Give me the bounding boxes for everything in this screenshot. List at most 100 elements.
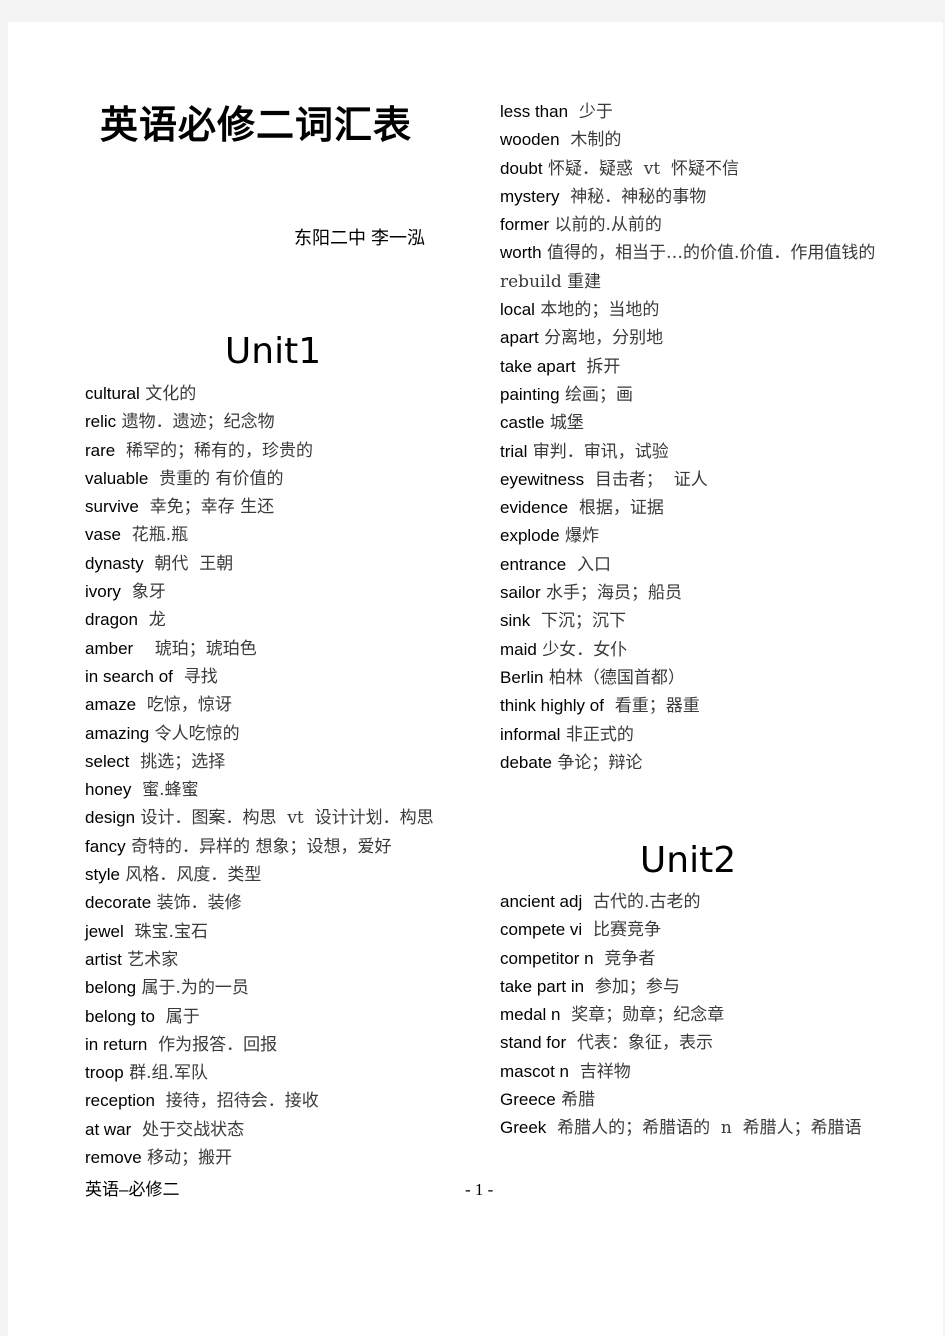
vocab-entry: mystery 神秘．神秘的事物	[500, 183, 880, 211]
vocab-word: wooden	[500, 130, 560, 150]
vocab-word: jewel	[85, 921, 124, 941]
vocab-word: ancient adj	[500, 892, 583, 911]
vocab-meaning: 神秘．神秘的事物	[559, 186, 707, 207]
vocab-word: cultural	[85, 384, 140, 403]
vocab-word: remove	[85, 1148, 142, 1168]
vocab-meaning: 以前的.从前的	[549, 215, 662, 236]
vocab-meaning: 朝代 王朝	[143, 553, 234, 574]
vocab-word: select	[85, 751, 130, 771]
vocab-entry: sink 下沉；沉下	[500, 607, 880, 635]
vocab-meaning: 奇特的．异样的 想象；设想，爱好	[125, 836, 392, 857]
vocab-entry: worth 值得的，相当于…的价值.价值．作用值钱的 rebuild 重建	[500, 239, 880, 296]
vocab-meaning: 木制的	[559, 130, 622, 151]
vocab-word: fancy	[85, 836, 126, 856]
vocab-entry: honey 蜜.蜂蜜	[85, 776, 465, 804]
vocab-entry: design 设计．图案．构思 vt 设计计划．构思	[85, 804, 465, 832]
author-line: 东阳二中 李一泓	[294, 228, 426, 248]
vocab-entry: reception 接待，招待会．接收	[85, 1087, 465, 1115]
vocab-word: stand for	[500, 1033, 567, 1053]
vocab-meaning: 拆开	[575, 356, 621, 377]
vocab-meaning: 入口	[566, 554, 611, 575]
vocab-entry: doubt 怀疑．疑惑 vt 怀疑不信	[500, 155, 880, 183]
vocab-meaning: 文化的	[139, 384, 197, 404]
unit2-heading: Unit2	[639, 840, 737, 881]
vocab-meaning: 少女．女仆	[536, 639, 628, 660]
vocab-word: at war	[85, 1119, 132, 1139]
vocab-meaning: 本地的；当地的	[534, 300, 660, 321]
vocab-entry: at war 处于交战状态	[85, 1116, 465, 1144]
vocab-meaning: 寻找	[172, 666, 218, 687]
vocab-entry: fancy 奇特的．异样的 想象；设想，爱好	[85, 833, 465, 861]
vocab-entry: explode 爆炸	[500, 522, 880, 550]
vocab-word: dynasty	[85, 553, 144, 573]
vocab-entry: debate 争论；辩论	[500, 749, 880, 777]
vocab-word: mascot n	[500, 1061, 569, 1081]
vocab-entry: Greek 希腊人的；希腊语的 n 希腊人；希腊语	[500, 1114, 880, 1142]
vocab-entry: ivory 象牙	[85, 578, 465, 606]
vocab-meaning: 城堡	[544, 413, 584, 434]
vocab-entry: painting 绘画；画	[500, 381, 880, 409]
vocab-meaning: 令人吃惊的	[149, 723, 240, 744]
vocab-entry: evidence 根据，证据	[500, 494, 880, 522]
vocab-meaning: 艺术家	[121, 949, 179, 970]
vocab-word: valuable	[85, 468, 149, 488]
vocab-entry: jewel 珠宝.宝石	[85, 918, 465, 946]
vocab-word: entrance	[500, 554, 567, 574]
vocab-meaning: 吃惊，惊讶	[136, 695, 232, 716]
vocab-word: sailor	[500, 583, 541, 603]
vocab-meaning: 设计．图案．构思 vt 设计计划．构思	[135, 808, 434, 829]
unit1-vocab-list-continued: less than 少于 wooden 木制的 doubt 怀疑．疑惑 vt 怀疑不…	[500, 98, 880, 777]
vocab-word: in return	[85, 1034, 148, 1054]
vocab-entry: take part in 参加；参与	[500, 973, 880, 1001]
vocab-word: explode	[500, 526, 560, 546]
vocab-entry: sailor 水手；海员；船员	[500, 579, 880, 607]
vocab-meaning: 竞争者	[593, 948, 656, 969]
vocab-entry: belong 属于.为的一员	[85, 974, 465, 1002]
vocab-entry: amaze 吃惊，惊讶	[85, 691, 465, 719]
vocab-meaning: 处于交战状态	[131, 1119, 245, 1140]
vocab-word: Greek	[500, 1118, 547, 1138]
vocab-entry: style 风格．风度．类型	[85, 861, 465, 889]
vocab-entry: Greece 希腊	[500, 1086, 880, 1114]
vocab-meaning: 少于	[568, 102, 613, 122]
vocab-word: design	[85, 808, 136, 828]
vocab-word: doubt	[500, 158, 543, 178]
vocab-word: think highly of	[500, 696, 604, 716]
vocab-entry: former 以前的.从前的	[500, 211, 880, 239]
vocab-word: belong to	[85, 1006, 155, 1026]
vocab-meaning: 挑选；选择	[129, 751, 226, 772]
vocab-word: in search of	[85, 666, 173, 686]
vocab-word: compete vi	[500, 920, 583, 940]
vocab-entry: maid 少女．女仆	[500, 636, 880, 664]
vocab-meaning: 奖章；勋章；纪念章	[560, 1005, 725, 1026]
vocab-meaning: 吉祥物	[568, 1061, 631, 1082]
vocab-word: less than	[500, 102, 569, 121]
vocab-entry: Berlin 柏林（德国首都）	[500, 664, 880, 692]
vocab-entry: competitor n 竞争者	[500, 945, 880, 973]
vocab-meaning: 值得的，相当于…的价值.价值．作用值钱的 rebuild 重建	[500, 243, 881, 292]
vocab-meaning: 移动；搬开	[141, 1148, 233, 1169]
vocab-entry: rare 稀罕的；稀有的，珍贵的	[85, 437, 465, 465]
vocab-entry: informal 非正式的	[500, 721, 880, 749]
vocab-word: amazing	[85, 723, 150, 743]
vocab-entry: local 本地的；当地的	[500, 296, 880, 324]
vocab-word: rare	[85, 440, 116, 460]
vocab-meaning: 分离地，分别地	[538, 328, 664, 349]
vocab-meaning: 象牙	[120, 582, 166, 603]
vocab-entry: wooden 木制的	[500, 126, 880, 154]
vocab-word: debate	[500, 752, 552, 772]
vocab-entry: valuable 贵重的 有价值的	[85, 465, 465, 493]
vocab-entry: apart 分离地，分别地	[500, 324, 880, 352]
vocab-word: survive	[85, 497, 139, 517]
vocab-word: mystery	[500, 186, 560, 206]
vocab-meaning: 风格．风度．类型	[119, 865, 262, 886]
vocab-entry: trial 审判．审讯，试验	[500, 438, 880, 466]
vocab-entry: belong to 属于	[85, 1003, 465, 1031]
vocab-word: decorate	[85, 893, 152, 913]
vocab-meaning: 争论；辩论	[552, 752, 643, 773]
vocab-entry: mascot n 吉祥物	[500, 1058, 880, 1086]
vocab-entry: amazing 令人吃惊的	[85, 720, 465, 748]
vocab-word: take apart	[500, 356, 576, 376]
vocab-meaning: 珠宝.宝石	[123, 921, 208, 942]
vocab-entry: take apart 拆开	[500, 353, 880, 381]
